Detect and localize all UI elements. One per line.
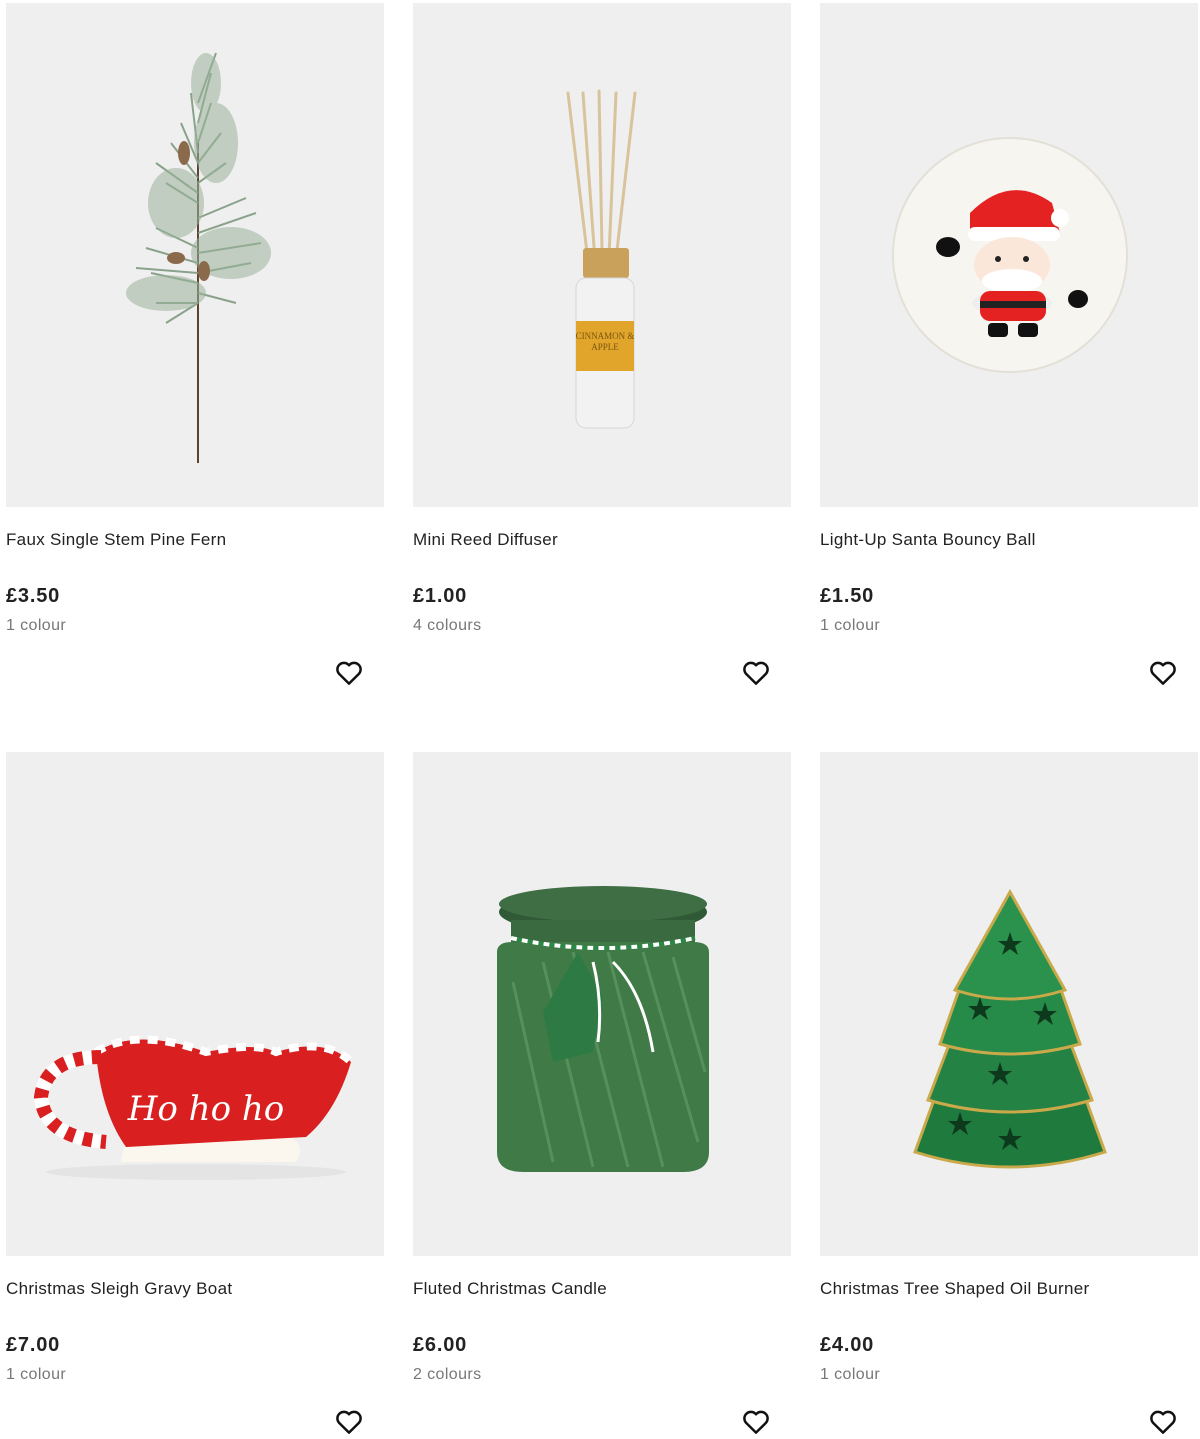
tree-oil-burner-image <box>913 888 1107 1169</box>
heart-outline-icon <box>743 1410 769 1434</box>
product-title[interactable]: Christmas Sleigh Gravy Boat <box>6 1279 232 1299</box>
wishlist-button[interactable] <box>332 656 366 690</box>
product-colour-count: 4 colours <box>413 617 482 634</box>
product-price: £3.50 <box>6 585 61 607</box>
pine-fern-image <box>126 52 271 463</box>
product-title[interactable]: Mini Reed Diffuser <box>413 530 558 550</box>
wishlist-button[interactable] <box>1146 1405 1180 1439</box>
wishlist-button[interactable] <box>739 1405 773 1439</box>
product-price: £6.00 <box>413 1334 468 1356</box>
svg-text:APPLE: APPLE <box>591 342 619 352</box>
product-colour-count: 1 colour <box>6 1366 67 1383</box>
product-colour-count: 2 colours <box>413 1366 482 1383</box>
product-card[interactable]: Faux Single Stem Pine Fern £3.50 1 colou… <box>6 3 384 743</box>
wishlist-button[interactable] <box>739 656 773 690</box>
product-colour-count: 1 colour <box>820 617 881 634</box>
product-image-tree-oil-burner[interactable] <box>820 752 1198 1256</box>
product-title[interactable]: Light-Up Santa Bouncy Ball <box>820 530 1036 550</box>
heart-outline-icon <box>743 661 769 685</box>
santa-ball-image <box>892 137 1128 373</box>
product-image-sleigh-gravy-boat[interactable]: Ho ho ho <box>6 752 384 1256</box>
svg-text:CINNAMON &: CINNAMON & <box>576 331 635 341</box>
heart-outline-icon <box>1150 661 1176 685</box>
product-price: £7.00 <box>6 1334 61 1356</box>
svg-text:Ho ho ho: Ho ho ho <box>127 1089 284 1129</box>
reed-diffuser-image: CINNAMON & APPLE <box>566 89 637 429</box>
product-image-santa-ball[interactable] <box>820 3 1198 507</box>
heart-outline-icon <box>1150 1410 1176 1434</box>
product-title[interactable]: Faux Single Stem Pine Fern <box>6 530 226 550</box>
heart-outline-icon <box>336 1410 362 1434</box>
wishlist-button[interactable] <box>1146 656 1180 690</box>
wishlist-button[interactable] <box>332 1405 366 1439</box>
product-card[interactable]: Light-Up Santa Bouncy Ball £1.50 1 colou… <box>820 3 1198 743</box>
product-title[interactable]: Christmas Tree Shaped Oil Burner <box>820 1279 1089 1299</box>
product-price: £4.00 <box>820 1334 875 1356</box>
product-image-fluted-candle[interactable] <box>413 752 791 1256</box>
product-price: £1.00 <box>413 585 468 607</box>
product-card[interactable]: Ho ho ho Christmas Sleigh Gravy Boat £7.… <box>6 752 384 1439</box>
fluted-candle-image <box>497 886 709 1172</box>
product-card[interactable]: Christmas Tree Shaped Oil Burner £4.00 1… <box>820 752 1198 1439</box>
product-card[interactable]: CINNAMON & APPLE Mini Reed Diffuser £1.0… <box>413 3 791 743</box>
heart-outline-icon <box>336 661 362 685</box>
product-title[interactable]: Fluted Christmas Candle <box>413 1279 607 1299</box>
product-colour-count: 1 colour <box>820 1366 881 1383</box>
product-image-pine-fern[interactable] <box>6 3 384 507</box>
product-card[interactable]: Fluted Christmas Candle £6.00 2 colours <box>413 752 791 1439</box>
sleigh-gravy-boat-image: Ho ho ho <box>33 1035 354 1180</box>
product-image-reed-diffuser[interactable]: CINNAMON & APPLE <box>413 3 791 507</box>
product-colour-count: 1 colour <box>6 617 67 634</box>
product-price: £1.50 <box>820 585 875 607</box>
